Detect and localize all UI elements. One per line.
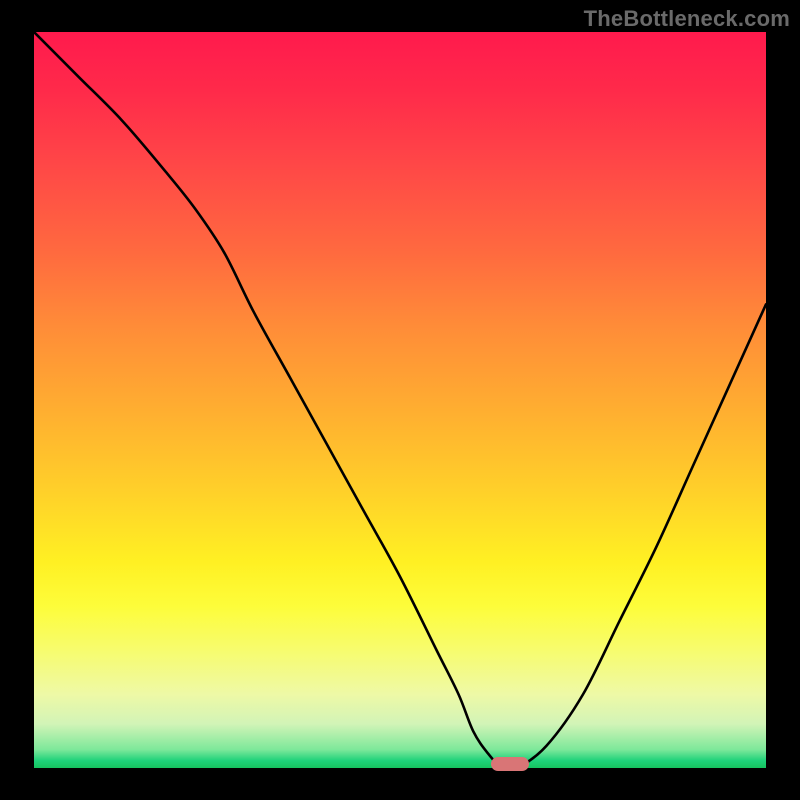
chart-frame: TheBottleneck.com bbox=[0, 0, 800, 800]
chart-plot-area bbox=[34, 32, 766, 768]
watermark-text: TheBottleneck.com bbox=[584, 6, 790, 32]
bottleneck-curve bbox=[34, 32, 766, 768]
optimal-marker bbox=[491, 757, 529, 771]
